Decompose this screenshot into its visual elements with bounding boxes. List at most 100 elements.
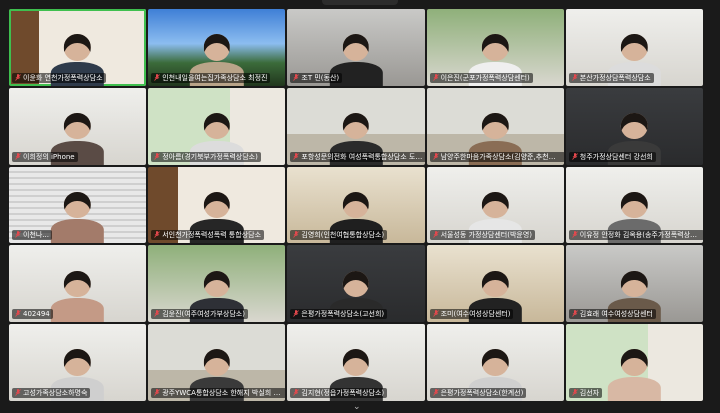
participant-video-tile[interactable]: 은평가정폭력상담소(고선희) xyxy=(287,245,425,323)
participant-name-text: 인천내일을여는집가족상담소 최정진 xyxy=(162,73,268,82)
participant-name-label: 본산가정상담폭력상담소 xyxy=(568,72,654,83)
participant-name-label: 광주YWCA통합상담소 한해지 박실희 이주... xyxy=(151,388,286,398)
participant-name-text: 김윤진(여주여성가부상담소) xyxy=(162,310,245,319)
participant-name-label: 이은진(군포가정폭력상담센터) xyxy=(429,72,533,83)
participant-name-text: 김효래 여수여성상담센터 xyxy=(579,310,653,319)
participant-name-label: 이천나... xyxy=(12,230,52,241)
participant-name-text: 정아름(경기북부가정폭력상담소) xyxy=(162,152,258,161)
mic-muted-icon xyxy=(154,310,160,317)
participant-name-text: 이천나... xyxy=(23,231,49,240)
participant-name-text: 402494 xyxy=(23,310,50,319)
participant-name-label: 김지현(정읍가정폭력상담소) xyxy=(290,388,388,398)
participant-name-label: 이유정 안정화 김옥용(송주가정폭력상담소) xyxy=(568,230,703,241)
participant-name-text: 청주가정상담센터 강선희 xyxy=(579,152,653,161)
participant-video-tile[interactable]: 이천나... xyxy=(9,166,147,244)
participant-video-tile[interactable]: 정아름(경기북부가정폭력상담소) xyxy=(148,87,286,165)
participant-video-tile[interactable]: 본산가정상담폭력상담소 xyxy=(565,9,703,86)
participant-video-tile[interactable]: 서울성동 가정상담센터(박윤영) xyxy=(426,166,564,244)
participant-name-label: 김윤진(여주여성가부상담소) xyxy=(151,309,248,320)
participant-video-tile[interactable]: 서인천가정폭력성폭력 통합상담소 xyxy=(148,166,286,244)
mic-muted-icon xyxy=(154,231,160,239)
participant-name-text: 조미(여수여성상담센터) xyxy=(440,310,511,319)
mic-muted-icon xyxy=(571,73,578,81)
participant-video-tile[interactable]: 이유정 안정화 김옥용(송주가정폭력상담소) xyxy=(565,166,703,244)
participant-video-tile[interactable]: 남양주한마음가족상담소(김양준,추천미,김... xyxy=(426,87,564,165)
mic-muted-icon xyxy=(432,152,439,160)
participant-video-tile[interactable]: 청주가정상담센터 강선희 xyxy=(565,87,703,165)
participant-name-label: 서울성동 가정상담센터(박윤영) xyxy=(429,230,536,241)
participant-name-text: 김영희(인천여협통합상담소) xyxy=(301,231,385,240)
mic-muted-icon xyxy=(15,73,21,81)
participant-name-label: 인천내일을여는집가족상담소 최정진 xyxy=(151,72,271,83)
participant-video-tile[interactable]: 이은진(군포가정폭력상담센터) xyxy=(426,9,564,86)
video-gallery-grid: 이윤화 연천가정폭력상담소 인천내일을여는집가족상담소 최정진 조T 민(동산) 이은… xyxy=(9,9,703,401)
mic-muted-icon xyxy=(15,389,21,396)
participant-name-text: 이유정 안정화 김옥용(송주가정폭력상담소) xyxy=(579,231,703,240)
participant-name-label: 조T 민(동산) xyxy=(290,72,343,83)
participant-name-text: 이은진(군포가정폭력상담센터) xyxy=(440,73,530,82)
participant-video xyxy=(604,341,664,401)
participant-name-text: 조T 민(동산) xyxy=(301,73,340,82)
participant-name-label: 김선자 xyxy=(568,388,603,398)
participant-video-tile[interactable]: 402494 xyxy=(9,245,147,323)
mic-muted-icon xyxy=(293,73,300,81)
participant-name-label: 서인천가정폭력성폭력 통합상담소 xyxy=(151,230,265,241)
participant-video-tile[interactable]: 조T 민(동산) xyxy=(287,9,425,86)
participant-name-label: 남양주한마음가족상담소(김양준,추천미,김... xyxy=(429,151,564,162)
mic-muted-icon xyxy=(15,310,21,317)
mic-muted-icon xyxy=(432,231,439,239)
participant-name-label: 은평가정폭력상담소(고선희) xyxy=(290,309,388,320)
participant-video-tile[interactable]: 조미(여수여성상담센터) xyxy=(426,245,564,323)
participant-video-tile[interactable]: 이윤화 연천가정폭력상담소 xyxy=(9,9,147,86)
participant-name-label: 이윤화 연천가정폭력상담소 xyxy=(12,72,106,83)
participant-video-tile[interactable]: 광주YWCA통합상담소 한해지 박실희 이주... xyxy=(148,324,286,401)
participant-name-label: 조미(여수여성상담센터) xyxy=(429,309,514,320)
participant-name-label: 청주가정상담센터 강선희 xyxy=(568,151,656,162)
participant-video-tile[interactable]: 김영희(인천여협통합상담소) xyxy=(287,166,425,244)
participant-video-tile[interactable]: 김효래 여수여성상담센터 xyxy=(565,245,703,323)
participant-name-label: 정아름(경기북부가정폭력상담소) xyxy=(151,151,261,162)
participant-video xyxy=(47,262,107,323)
participant-video-tile[interactable]: 김윤진(여주여성가부상담소) xyxy=(148,245,286,323)
participant-name-text: 서인천가정폭력성폭력 통합상담소 xyxy=(162,231,262,240)
participant-video-tile[interactable]: 인천내일을여는집가족상담소 최정진 xyxy=(148,9,286,86)
participant-video-tile[interactable]: 김지현(정읍가정폭력상담소) xyxy=(287,324,425,401)
participant-video-tile[interactable]: 은평가정폭력상담소(한계선) xyxy=(426,324,564,401)
mic-muted-icon xyxy=(432,389,439,396)
participant-name-text: 광주YWCA통합상담소 한해지 박실희 이주... xyxy=(162,389,286,397)
participant-name-text: 서울성동 가정상담센터(박윤영) xyxy=(440,231,533,240)
participant-name-label: 고성가족상담소하명숙 xyxy=(12,388,91,398)
mic-muted-icon xyxy=(571,152,578,160)
participant-name-label: 김효래 여수여성상담센터 xyxy=(568,309,656,320)
participant-name-text: 김지현(정읍가정폭력상담소) xyxy=(301,389,385,397)
mic-muted-icon xyxy=(293,152,300,160)
participant-name-text: 은평가정폭력상담소(고선희) xyxy=(301,310,385,319)
participant-name-label: 은평가정폭력상담소(한계선) xyxy=(429,388,527,398)
mic-muted-icon xyxy=(571,310,578,317)
mic-muted-icon xyxy=(293,389,300,396)
mic-muted-icon xyxy=(154,152,160,160)
participant-name-label: 포항성문의전화 여성폭력통합상담소 도은은 xyxy=(290,151,425,162)
participant-name-text: 이윤화 연천가정폭력상담소 xyxy=(23,73,103,82)
chevron-down-icon[interactable]: ⌄ xyxy=(353,403,361,412)
participant-name-text: 남양주한마음가족상담소(김양준,추천미,김... xyxy=(440,152,564,161)
participant-video-tile[interactable]: 고성가족상담소하명숙 xyxy=(9,324,147,401)
mic-muted-icon xyxy=(15,152,21,160)
participant-name-label: 김영희(인천여협통합상담소) xyxy=(290,230,388,241)
mic-muted-icon xyxy=(571,231,578,239)
mic-muted-icon xyxy=(15,231,21,239)
participant-video-tile[interactable]: 김선자 xyxy=(565,324,703,401)
participant-name-label: 402494 xyxy=(12,309,53,320)
participant-name-text: 은평가정폭력상담소(한계선) xyxy=(440,389,524,397)
participant-video-tile[interactable]: 포항성문의전화 여성폭력통합상담소 도은은 xyxy=(287,87,425,165)
mic-muted-icon xyxy=(154,73,160,81)
participant-video xyxy=(47,184,107,244)
participant-name-text: 본산가정상담폭력상담소 xyxy=(579,73,651,82)
participant-name-text: 고성가족상담소하명숙 xyxy=(23,389,88,397)
meeting-top-handle[interactable] xyxy=(322,0,398,5)
participant-video-tile[interactable]: 이희정의 iPhone xyxy=(9,87,147,165)
participant-name-label: 이희정의 iPhone xyxy=(12,151,78,162)
mic-muted-icon xyxy=(293,310,300,317)
mic-muted-icon xyxy=(432,73,439,81)
participant-name-text: 이희정의 iPhone xyxy=(23,152,75,161)
